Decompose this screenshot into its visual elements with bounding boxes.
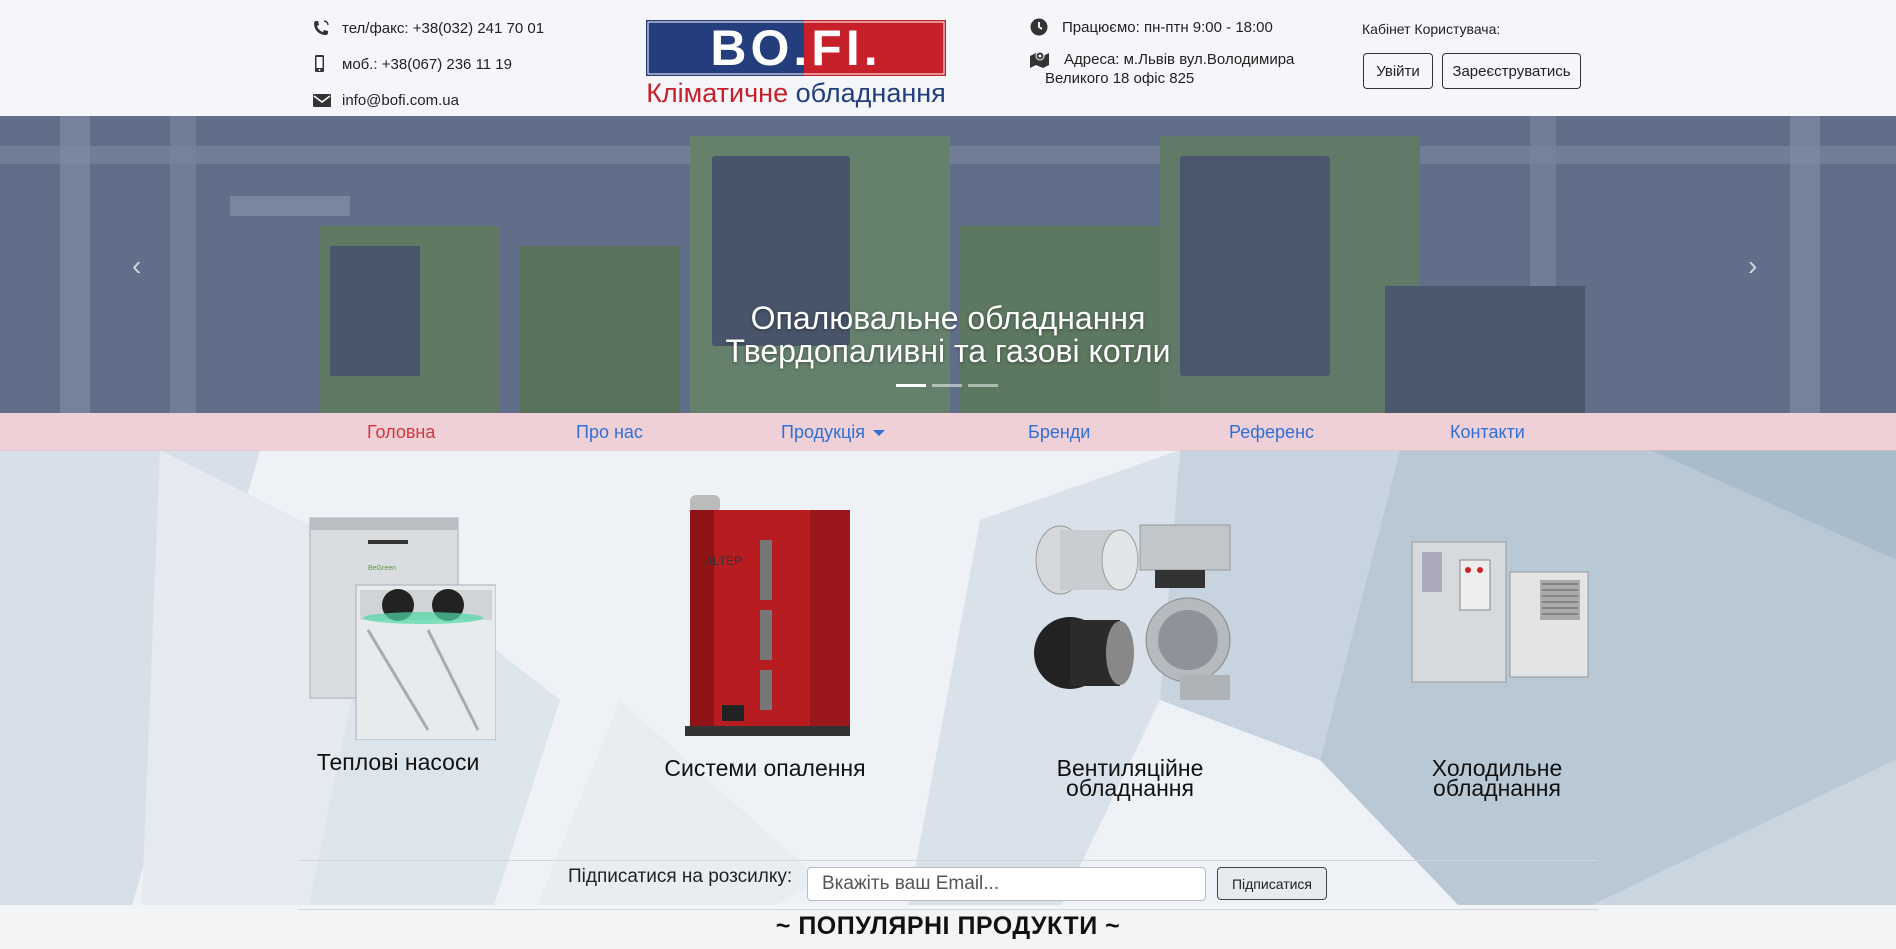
refrigeration-equipment-image[interactable] <box>1410 540 1590 690</box>
nav-about[interactable]: Про нас <box>576 422 643 443</box>
phone-icon <box>314 20 329 35</box>
address-line2: Великого 18 офіс 825 <box>1045 70 1195 87</box>
logo-subtitle-red: Кліматичне <box>646 78 789 108</box>
mobile-contact: моб.: +38(067) 236 11 19 <box>312 55 512 73</box>
svg-text:ALTEP: ALTEP <box>705 554 742 568</box>
email-contact[interactable]: info@bofi.com.ua <box>312 91 459 109</box>
ventilation-equipment-image[interactable] <box>1030 515 1240 705</box>
svg-text:BeGreen: BeGreen <box>368 565 396 572</box>
cabinet-label: Кабінет Користувача: <box>1362 21 1501 37</box>
carousel-indicator-1[interactable] <box>896 384 926 387</box>
carousel-indicators <box>896 384 998 387</box>
subscribe-divider-top <box>298 860 1598 861</box>
mobile-phone-icon <box>315 55 324 72</box>
product-refrigeration[interactable]: Холодильне обладнання <box>1387 757 1607 801</box>
address: Адреса: м.Львів вул.Володимира Великого … <box>1030 50 1294 87</box>
mobile-text: моб.: +38(067) 236 11 19 <box>342 55 512 73</box>
logo-subtitle: Кліматичне обладнання <box>646 78 946 109</box>
bofi-logo[interactable]: BO.FI. <box>646 20 946 76</box>
working-hours: Працюємо: пн-птн 9:00 - 18:00 <box>1030 18 1273 36</box>
hero-caption-line2: Твердопаливні та газові котли <box>725 333 1171 369</box>
product-heat-pumps[interactable]: Теплові насоси <box>303 751 493 774</box>
caret-down-icon <box>873 430 885 437</box>
subscribe-label: Підписатися на розсилку: <box>568 866 793 887</box>
product-ventilation[interactable]: Вентиляційне обладнання <box>1020 757 1240 801</box>
nav-products-label: Продукція <box>781 422 865 442</box>
nav-home[interactable]: Головна <box>367 422 435 443</box>
clock-icon <box>1030 18 1048 36</box>
popular-products-heading: ~ ПОПУЛЯРНІ ПРОДУКТИ ~ <box>775 912 1121 940</box>
logo-text: BO.FI. <box>710 20 881 76</box>
envelope-icon <box>313 94 331 107</box>
nav-products[interactable]: Продукція <box>781 422 885 443</box>
map-marker-icon <box>1030 51 1049 68</box>
hero-carousel: ‹ › Опалювальне обладнання Твердопаливні… <box>0 116 1896 413</box>
site-header: тел/факс: +38(032) 241 70 01 моб.: +38(0… <box>0 0 1896 116</box>
working-hours-text: Працюємо: пн-птн 9:00 - 18:00 <box>1062 18 1273 36</box>
phone-fax-text: тел/факс: +38(032) 241 70 01 <box>342 19 545 37</box>
nav-contacts[interactable]: Контакти <box>1450 422 1525 443</box>
heat-pump-image[interactable]: BeGreen <box>308 510 496 740</box>
address-line1: Адреса: м.Львів вул.Володимира <box>1064 50 1295 68</box>
carousel-indicator-2[interactable] <box>932 384 962 387</box>
hero-caption: Опалювальне обладнання Твердопаливні та … <box>0 302 1896 368</box>
subscribe-divider-bottom <box>298 909 1598 910</box>
nav-brands[interactable]: Бренди <box>1028 422 1090 443</box>
product-refrigeration-line2: обладнання <box>1433 775 1561 801</box>
phone-fax-contact: тел/факс: +38(032) 241 70 01 <box>312 19 544 37</box>
register-button[interactable]: Зареєструватись <box>1442 53 1581 89</box>
carousel-indicator-3[interactable] <box>968 384 998 387</box>
subscribe-button[interactable]: Підписатися <box>1217 867 1327 900</box>
heating-boiler-image[interactable]: ALTEP <box>660 490 860 740</box>
carousel-prev-arrow[interactable]: ‹ <box>132 250 152 281</box>
logo-subtitle-blue: обладнання <box>795 78 946 108</box>
carousel-next-arrow[interactable]: › <box>1748 250 1768 281</box>
email-link[interactable]: info@bofi.com.ua <box>342 92 459 109</box>
subscribe-email-input[interactable]: Вкажіть ваш Email... <box>807 867 1206 901</box>
nav-references[interactable]: Референс <box>1229 422 1314 443</box>
hero-caption-line1: Опалювальне обладнання <box>750 300 1146 336</box>
product-heating-systems[interactable]: Системи опалення <box>655 757 875 780</box>
product-ventilation-line2: обладнання <box>1066 775 1194 801</box>
main-navigation: Головна Про нас Продукція Бренди Референ… <box>0 413 1896 451</box>
login-button[interactable]: Увійти <box>1363 53 1433 89</box>
